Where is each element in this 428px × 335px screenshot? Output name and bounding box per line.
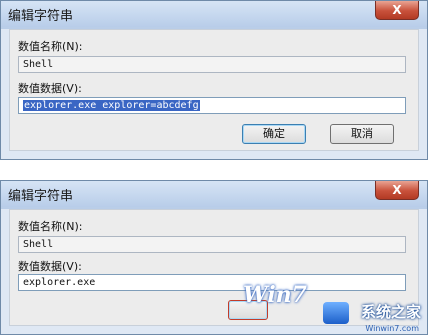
dialog-title: 编辑字符串 xyxy=(8,189,74,204)
watermark-url: Winwin7.com xyxy=(365,324,419,333)
close-button[interactable]: X xyxy=(375,1,419,20)
value-data-label: 数值数据(V): xyxy=(18,82,82,95)
house-icon xyxy=(323,302,349,324)
title-bar[interactable]: 编辑字符串 X xyxy=(1,181,427,207)
value-name-label: 数值名称(N): xyxy=(18,40,83,53)
cancel-button[interactable]: 取消 xyxy=(330,124,394,144)
value-data-input[interactable]: explorer.exe explorer=abcdefg xyxy=(18,97,406,114)
value-name-field: Shell xyxy=(18,236,406,253)
watermark-logo: Win7 xyxy=(243,282,307,308)
watermark-brand: 系统之家 xyxy=(360,303,421,321)
title-bar[interactable]: 编辑字符串 X xyxy=(1,1,427,27)
edit-string-dialog-2: 编辑字符串 X 数值名称(N): Shell 数值数据(V): explorer… xyxy=(0,180,428,335)
value-name-label: 数值名称(N): xyxy=(18,220,83,233)
edit-string-dialog: 编辑字符串 X 数值名称(N): Shell 数值数据(V): explorer… xyxy=(0,0,428,160)
value-data-label: 数值数据(V): xyxy=(18,260,82,273)
selected-text: explorer.exe explorer=abcdefg xyxy=(23,100,200,111)
site-watermark: Win7 系统之家 Winwin7.com xyxy=(237,272,427,334)
value-name-field: Shell xyxy=(18,56,406,73)
dialog-body: 数值名称(N): Shell 数值数据(V): explorer.exe exp… xyxy=(9,29,419,151)
close-button[interactable]: X xyxy=(375,181,419,200)
ok-button[interactable]: 确定 xyxy=(242,124,306,144)
dialog-title: 编辑字符串 xyxy=(8,9,74,24)
